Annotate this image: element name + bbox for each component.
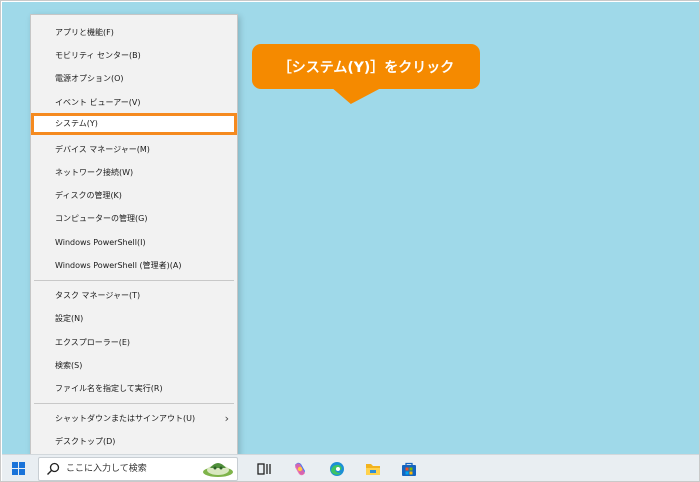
menu-item-label: シャットダウンまたはサインアウト(U) bbox=[55, 414, 196, 423]
file-explorer-icon[interactable] bbox=[365, 461, 381, 477]
task-view-icon[interactable] bbox=[256, 461, 272, 477]
menu-separator bbox=[34, 403, 234, 404]
menu-item-powershell-admin[interactable]: Windows PowerShell (管理者)(A) bbox=[31, 255, 237, 277]
menu-item-computer-management[interactable]: コンピューターの管理(G) bbox=[31, 208, 237, 230]
menu-item-power-options[interactable]: 電源オプション(O) bbox=[31, 68, 237, 90]
taskbar: ここに入力して検索 bbox=[2, 454, 699, 481]
search-highlight-icon bbox=[203, 463, 233, 477]
menu-item-desktop[interactable]: デスクトップ(D) bbox=[31, 431, 237, 453]
menu-item-disk-management[interactable]: ディスクの管理(K) bbox=[31, 185, 237, 207]
search-icon bbox=[47, 462, 60, 475]
screenshot-frame: アプリと機能(F) モビリティ センター(B) 電源オプション(O) イベント … bbox=[0, 0, 700, 482]
menu-item-event-viewer[interactable]: イベント ビューアー(V) bbox=[31, 92, 237, 114]
quick-link-menu: アプリと機能(F) モビリティ センター(B) 電源オプション(O) イベント … bbox=[30, 14, 238, 457]
menu-separator bbox=[34, 280, 234, 281]
menu-item-run[interactable]: ファイル名を指定して実行(R) bbox=[31, 378, 237, 400]
menu-item-mobility-center[interactable]: モビリティ センター(B) bbox=[31, 45, 237, 67]
store-icon[interactable] bbox=[401, 461, 417, 477]
callout-text: ［システム(Y)］をクリック bbox=[277, 59, 455, 76]
menu-item-settings[interactable]: 設定(N) bbox=[31, 308, 237, 330]
edge-icon[interactable] bbox=[329, 461, 345, 477]
menu-item-network-connections[interactable]: ネットワーク接続(W) bbox=[31, 162, 237, 184]
copilot-icon[interactable] bbox=[292, 461, 308, 477]
menu-item-explorer[interactable]: エクスプローラー(E) bbox=[31, 332, 237, 354]
callout-pointer bbox=[331, 87, 393, 104]
menu-item-task-manager[interactable]: タスク マネージャー(T) bbox=[31, 285, 237, 307]
menu-item-powershell[interactable]: Windows PowerShell(I) bbox=[31, 232, 237, 254]
menu-item-device-manager[interactable]: デバイス マネージャー(M) bbox=[31, 139, 237, 161]
instruction-callout: ［システム(Y)］をクリック bbox=[252, 44, 480, 89]
search-placeholder: ここに入力して検索 bbox=[66, 464, 147, 474]
menu-item-shutdown-signout[interactable]: シャットダウンまたはサインアウト(U) › bbox=[31, 408, 237, 430]
taskbar-search-box[interactable]: ここに入力して検索 bbox=[38, 457, 238, 481]
windows-logo-icon[interactable] bbox=[12, 462, 26, 476]
menu-item-system[interactable]: システム(Y) bbox=[31, 113, 237, 135]
chevron-right-icon: › bbox=[224, 412, 229, 425]
menu-item-apps-features[interactable]: アプリと機能(F) bbox=[31, 22, 237, 44]
menu-item-search[interactable]: 検索(S) bbox=[31, 355, 237, 377]
